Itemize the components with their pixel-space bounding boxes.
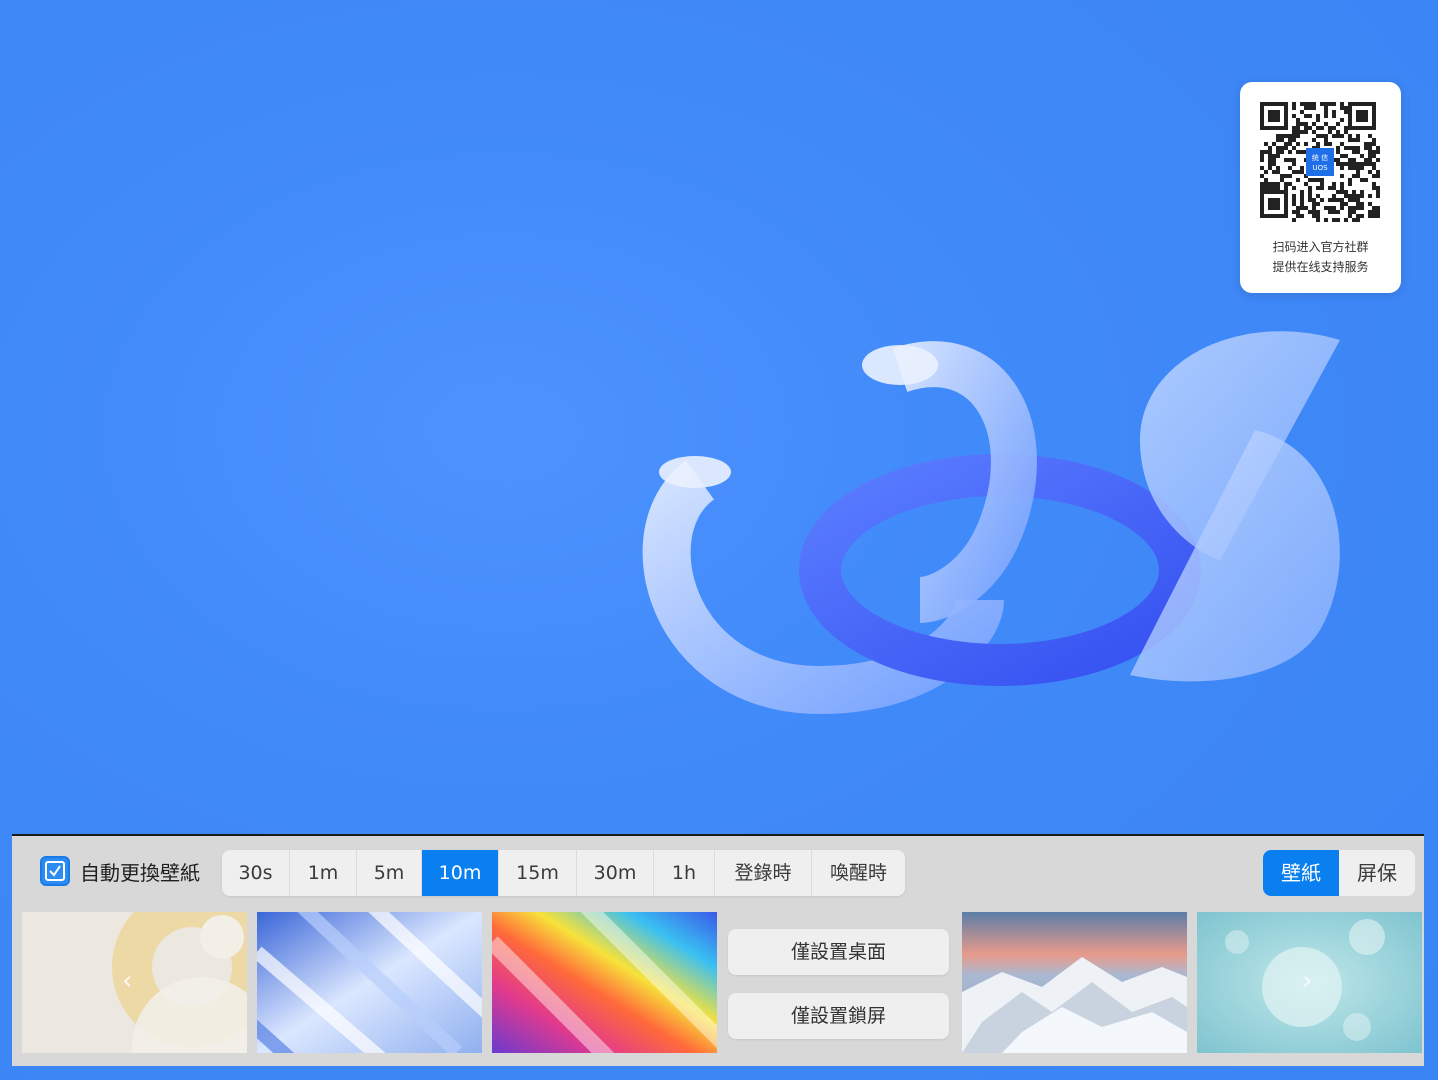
interval-option-4[interactable]: 15m: [499, 850, 577, 896]
wallpaper-thumb-4[interactable]: [962, 912, 1187, 1053]
interval-option-3[interactable]: 10m: [422, 850, 499, 896]
mode-tab-0[interactable]: 壁紙: [1263, 850, 1339, 896]
qr-logo-text-bottom: UOS: [1312, 164, 1328, 172]
previous-page-icon[interactable]: ‹: [122, 966, 132, 996]
set-lockscreen-only-button[interactable]: 僅設置鎖屏: [728, 993, 949, 1039]
interval-option-1[interactable]: 1m: [290, 850, 357, 896]
interval-option-2[interactable]: 5m: [357, 850, 422, 896]
mode-segmented-control: 壁紙 屏保: [1263, 850, 1415, 896]
interval-option-5[interactable]: 30m: [577, 850, 654, 896]
wallpaper-thumb-3[interactable]: [492, 912, 717, 1053]
wallpaper-selection-panel: 自動更換壁紙 30s 1m 5m 10m 15m 30m 1h 登錄時 喚醒時 壁紙 屏保 ‹: [12, 834, 1424, 1066]
qr-caption-line1: 扫码进入官方社群: [1272, 240, 1369, 254]
mode-tab-1[interactable]: 屏保: [1339, 850, 1415, 896]
auto-change-wallpaper-checkbox[interactable]: 自動更換壁紙: [40, 856, 200, 886]
interval-option-7[interactable]: 登錄時: [715, 850, 812, 896]
wallpaper-thumb-2[interactable]: [257, 912, 482, 1053]
set-desktop-only-button[interactable]: 僅設置桌面: [728, 929, 949, 975]
qr-caption-line2: 提供在线支持服务: [1272, 260, 1369, 274]
interval-option-0[interactable]: 30s: [222, 850, 290, 896]
next-page-icon[interactable]: ›: [1302, 966, 1312, 996]
qr-support-card[interactable]: 统 信 UOS 扫码进入官方社群 提供在线支持服务: [1240, 82, 1401, 293]
checkbox-checked-icon[interactable]: [40, 856, 70, 886]
interval-option-8[interactable]: 喚醒時: [812, 850, 905, 896]
desktop-wallpaper: 统 信 UOS 扫码进入官方社群 提供在线支持服务 自動更換壁紙 30s 1m 5m 1…: [0, 0, 1438, 1080]
interval-segmented-control: 30s 1m 5m 10m 15m 30m 1h 登錄時 喚醒時: [222, 850, 905, 896]
qr-logo-text-top: 统 信: [1312, 153, 1328, 162]
wallpaper-thumb-1[interactable]: [22, 912, 247, 1053]
interval-option-6[interactable]: 1h: [654, 850, 715, 896]
qr-code-icon: 统 信 UOS: [1260, 102, 1380, 222]
checkmark-icon: [49, 865, 61, 877]
auto-change-label: 自動更換壁紙: [80, 860, 200, 885]
wallpaper-3d-rings-art: [642, 331, 1340, 715]
